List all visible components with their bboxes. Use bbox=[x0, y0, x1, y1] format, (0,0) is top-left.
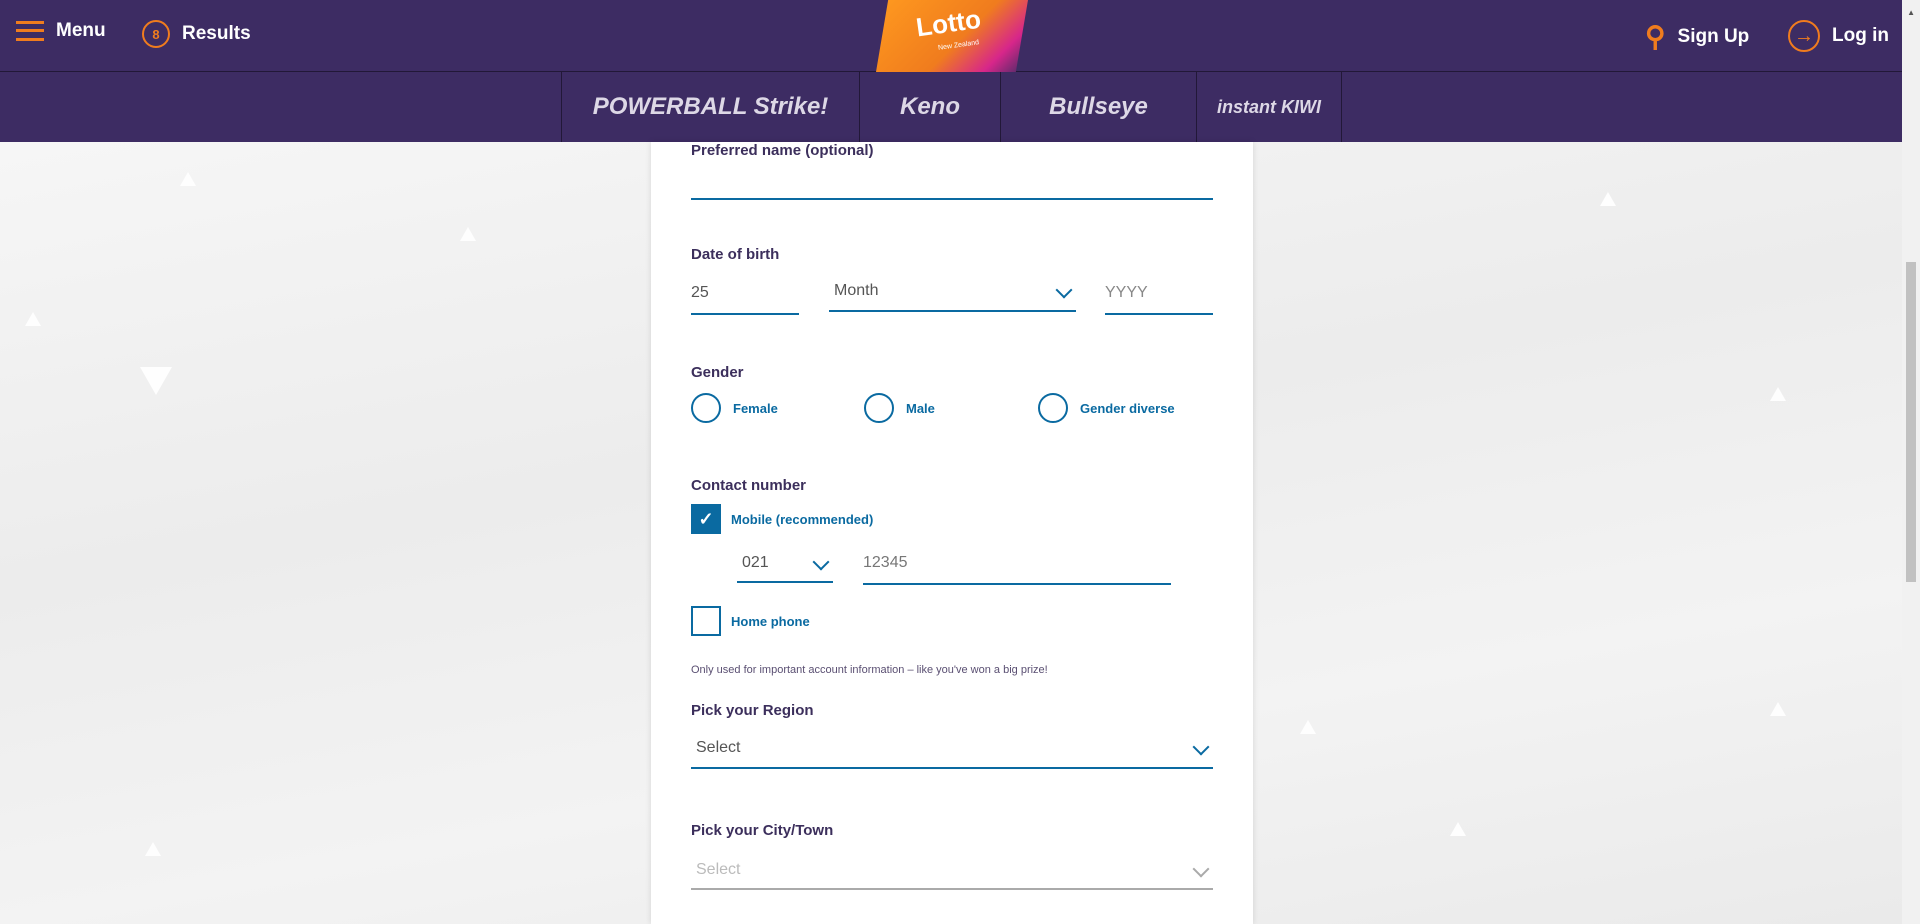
mobile-prefix-select[interactable]: 021 bbox=[737, 553, 833, 583]
sign-up-label: Sign Up bbox=[1677, 25, 1750, 47]
scrollbar-thumb[interactable] bbox=[1906, 262, 1916, 582]
contact-note: Only used for important account informat… bbox=[691, 664, 1048, 676]
dob-month-select[interactable]: Month bbox=[829, 281, 1076, 312]
menu-label: Menu bbox=[56, 20, 106, 41]
gender-female-radio[interactable]: Female bbox=[691, 393, 778, 423]
mobile-checkbox[interactable]: ✓ Mobile (recommended) bbox=[691, 504, 873, 534]
sign-up-button[interactable]: ⚲ Sign Up bbox=[1645, 20, 1749, 53]
top-bar: Menu 8 Results Lotto New Zealand ⚲ Sign U… bbox=[0, 0, 1902, 72]
arrow-right-circle-icon: → bbox=[1788, 20, 1820, 52]
preferred-name-input[interactable] bbox=[691, 172, 1213, 200]
mobile-number-input[interactable]: 12345 bbox=[863, 554, 1171, 585]
chevron-down-icon bbox=[1192, 738, 1210, 756]
game-instant-kiwi[interactable]: instant KIWI bbox=[1196, 72, 1342, 142]
log-in-label: Log in bbox=[1832, 25, 1889, 46]
city-label: Pick your City/Town bbox=[691, 822, 834, 839]
check-icon: ✓ bbox=[691, 504, 721, 534]
chevron-down-icon bbox=[1055, 281, 1073, 299]
lotto-logo[interactable]: Lotto New Zealand bbox=[876, 0, 1028, 72]
game-powerball[interactable]: POWERBALL Strike! bbox=[561, 72, 859, 142]
chevron-down-icon bbox=[812, 553, 830, 571]
game-bullseye[interactable]: Bullseye bbox=[1000, 72, 1196, 142]
region-select[interactable]: Select bbox=[691, 738, 1213, 769]
results-label: Results bbox=[182, 23, 251, 44]
gender-label: Gender bbox=[691, 364, 744, 381]
log-in-button[interactable]: → Log in bbox=[1788, 20, 1889, 52]
gender-diverse-radio[interactable]: Gender diverse bbox=[1038, 393, 1175, 423]
dob-day-input[interactable]: 25 bbox=[691, 284, 799, 315]
dob-label: Date of birth bbox=[691, 246, 780, 263]
hamburger-icon bbox=[16, 21, 44, 41]
gender-male-radio[interactable]: Male bbox=[864, 393, 935, 423]
region-label: Pick your Region bbox=[691, 702, 814, 719]
preferred-name-label: Preferred name (optional) bbox=[691, 142, 874, 159]
menu-button[interactable]: Menu bbox=[16, 20, 106, 42]
contact-label: Contact number bbox=[691, 477, 807, 494]
signup-form: Preferred name (optional) Date of birth … bbox=[651, 142, 1253, 924]
city-select[interactable]: Select bbox=[691, 860, 1213, 890]
home-phone-checkbox[interactable]: Home phone bbox=[691, 606, 810, 636]
game-keno[interactable]: Keno bbox=[859, 72, 1000, 142]
results-button[interactable]: 8 Results bbox=[142, 20, 251, 48]
dob-year-input[interactable]: YYYY bbox=[1105, 284, 1213, 315]
scrollbar[interactable]: ▲ bbox=[1902, 0, 1920, 924]
scroll-up-icon[interactable]: ▲ bbox=[1907, 8, 1915, 17]
user-plus-icon: ⚲ bbox=[1645, 21, 1666, 52]
ball-icon: 8 bbox=[142, 20, 170, 48]
chevron-down-icon bbox=[1192, 860, 1210, 878]
